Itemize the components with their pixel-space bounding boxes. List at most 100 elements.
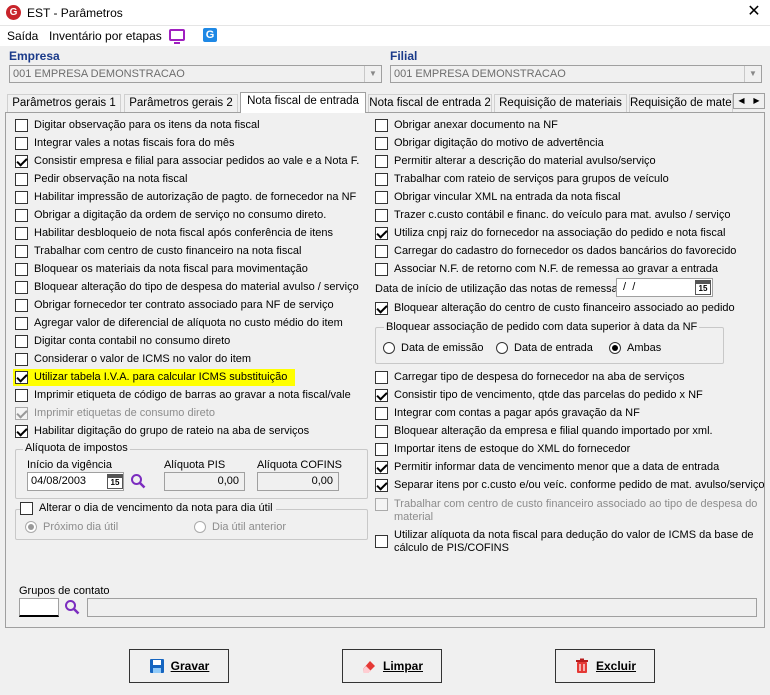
checkbox-item[interactable]: Trabalhar com centro de custo financeiro… [15,245,301,258]
radio-data-emissao[interactable]: Data de emissão [383,342,484,354]
checkbox-item[interactable]: Pedir observação na nota fiscal [15,173,187,186]
checkbox-item[interactable]: Obrigar digitação do motivo de advertênc… [375,137,604,150]
checkbox-item[interactable]: Consistir empresa e filial para associar… [15,155,359,168]
checkbox-box[interactable] [375,155,388,168]
empresa-select[interactable]: 001 EMPRESA DEMONSTRACAO ▼ [9,65,382,83]
checkbox-item[interactable]: Carregar tipo de despesa do fornecedor n… [375,371,684,384]
checkbox-item[interactable]: Imprimir etiqueta de código de barras ao… [15,389,351,402]
checkbox-box[interactable] [15,299,28,312]
chevron-down-icon[interactable]: ▼ [364,66,381,82]
checkbox-box[interactable] [375,227,388,240]
tab-parametros-gerais-2[interactable]: Parâmetros gerais 2 [124,94,238,113]
gravar-button[interactable]: Gravar [129,649,229,683]
checkbox-item[interactable]: Bloquear os materiais da nota fiscal par… [15,263,308,276]
radio-dot[interactable] [609,342,621,354]
checkbox-item[interactable]: Obrigar vincular XML na entrada da nota … [375,191,620,204]
menu-inventario[interactable]: Inventário por etapas [49,29,162,43]
g-app-icon[interactable]: G [203,28,217,42]
monitor-icon[interactable] [169,29,185,44]
radio-dot[interactable] [496,342,508,354]
checkbox-box[interactable] [15,173,28,186]
checkbox-box[interactable] [15,317,28,330]
checkbox-box[interactable] [15,407,28,420]
checkbox-box[interactable] [375,479,388,492]
checkbox-box[interactable] [375,263,388,276]
checkbox-item[interactable]: Habilitar digitação do grupo de rateio n… [15,425,309,438]
filial-select[interactable]: 001 EMPRESA DEMONSTRACAO ▼ [390,65,762,83]
checkbox-item[interactable]: Utiliza cnpj raiz do fornecedor na assoc… [375,227,725,240]
checkbox-box[interactable] [375,389,388,402]
checkbox-item[interactable]: Trazer c.custo contábil e financ. do veí… [375,209,730,222]
calendar-icon[interactable]: 15 [107,474,123,489]
tab-parametros-gerais-1[interactable]: Parâmetros gerais 1 [7,94,121,113]
checkbox-item[interactable]: Agregar valor de diferencial de alíquota… [15,317,343,330]
checkbox-box[interactable] [15,425,28,438]
checkbox-item[interactable]: Bloquear alteração do tipo de despesa do… [15,281,359,294]
checkbox-box[interactable] [375,119,388,132]
radio-dia-util-anterior[interactable]: Dia útil anterior [194,521,286,533]
radio-dot[interactable] [194,521,206,533]
checkbox-box[interactable] [15,227,28,240]
menu-saida[interactable]: Saída [7,29,38,43]
tab-nota-fiscal-entrada-2[interactable]: Nota fiscal de entrada 2 [368,94,492,113]
checkbox-item[interactable]: Habilitar impressão de autorização de pa… [15,191,356,204]
tab-nota-fiscal-entrada[interactable]: Nota fiscal de entrada [240,92,366,113]
checkbox-item[interactable]: Digitar observação para os itens da nota… [15,119,260,132]
search-icon[interactable] [64,599,80,615]
checkbox-item[interactable]: Permitir alterar a descrição do material… [375,155,656,168]
radio-ambas[interactable]: Ambas [609,342,661,354]
alterar-vencimento-checkbox[interactable]: Alterar o dia de vencimento da nota para… [20,502,276,515]
tab-requisicao-materiais-2[interactable]: Requisição de materi [629,94,733,113]
search-icon[interactable] [130,473,146,489]
checkbox-item[interactable]: Considerar o valor de ICMS no valor do i… [15,353,251,366]
checkbox-box[interactable] [375,173,388,186]
checkbox-item[interactable]: Associar N.F. de retorno com N.F. de rem… [375,263,718,276]
close-icon[interactable]: ✕ [742,1,766,23]
calendar-icon[interactable]: 15 [695,280,711,295]
checkbox-item[interactable]: Imprimir etiquetas de consumo direto [15,407,215,420]
checkbox-item[interactable]: Integrar com contas a pagar após gravaçã… [375,407,640,420]
radio-data-entrada[interactable]: Data de entrada [496,342,593,354]
checkbox-item[interactable]: Importar itens de estoque do XML do forn… [375,443,630,456]
checkbox-box[interactable] [375,245,388,258]
checkbox-item[interactable]: Trabalhar com rateio de serviços para gr… [375,173,669,186]
checkbox-box[interactable] [375,498,388,511]
tab-requisicao-materiais[interactable]: Requisição de materiais [494,94,627,113]
grupos-contato-code[interactable] [19,598,59,617]
checkbox-box[interactable] [375,535,388,548]
checkbox-box[interactable] [15,119,28,132]
utilizar-aliquota-checkbox[interactable]: Utilizar alíquota da nota fiscal para de… [375,529,754,555]
radio-proximo-dia-util[interactable]: Próximo dia útil [25,521,118,533]
checkbox-item[interactable]: Digitar conta contabil no consumo direto [15,335,230,348]
checkbox-box[interactable] [15,155,28,168]
checkbox-box[interactable] [375,137,388,150]
radio-dot[interactable] [383,342,395,354]
checkbox-box[interactable] [15,137,28,150]
limpar-button[interactable]: Limpar [342,649,442,683]
checkbox-box[interactable] [15,389,28,402]
checkbox-box[interactable] [15,209,28,222]
checkbox-box[interactable] [375,443,388,456]
checkbox-box[interactable] [20,502,33,515]
checkbox-box[interactable] [375,407,388,420]
checkbox-box[interactable] [375,209,388,222]
checkbox-item[interactable]: Consistir tipo de vencimento, qtde das p… [375,389,703,402]
checkbox-item[interactable]: Utilizar tabela I.V.A. para calcular ICM… [13,369,296,386]
trabalhar-cc-checkbox[interactable]: Trabalhar com centro de custo financeiro… [375,498,757,524]
checkbox-item[interactable]: Obrigar fornecedor ter contrato associad… [15,299,334,312]
arrow-right-icon[interactable]: ▶ [749,94,764,108]
checkbox-box[interactable] [375,302,388,315]
checkbox-item[interactable]: Obrigar anexar documento na NF [375,119,558,132]
checkbox-item[interactable]: Obrigar a digitação da ordem de serviço … [15,209,326,222]
bloquear-cc-checkbox[interactable]: Bloquear alteração do centro de custo fi… [375,302,735,315]
checkbox-item[interactable]: Bloquear alteração da empresa e filial q… [375,425,713,438]
checkbox-box[interactable] [15,191,28,204]
checkbox-box[interactable] [15,353,28,366]
chevron-down-icon[interactable]: ▼ [744,66,761,82]
checkbox-item[interactable]: Integrar vales a notas fiscais fora do m… [15,137,235,150]
checkbox-box[interactable] [15,281,28,294]
checkbox-box[interactable] [15,335,28,348]
checkbox-item[interactable]: Habilitar desbloqueio de nota fiscal apó… [15,227,333,240]
checkbox-box[interactable] [15,245,28,258]
checkbox-box[interactable] [375,425,388,438]
